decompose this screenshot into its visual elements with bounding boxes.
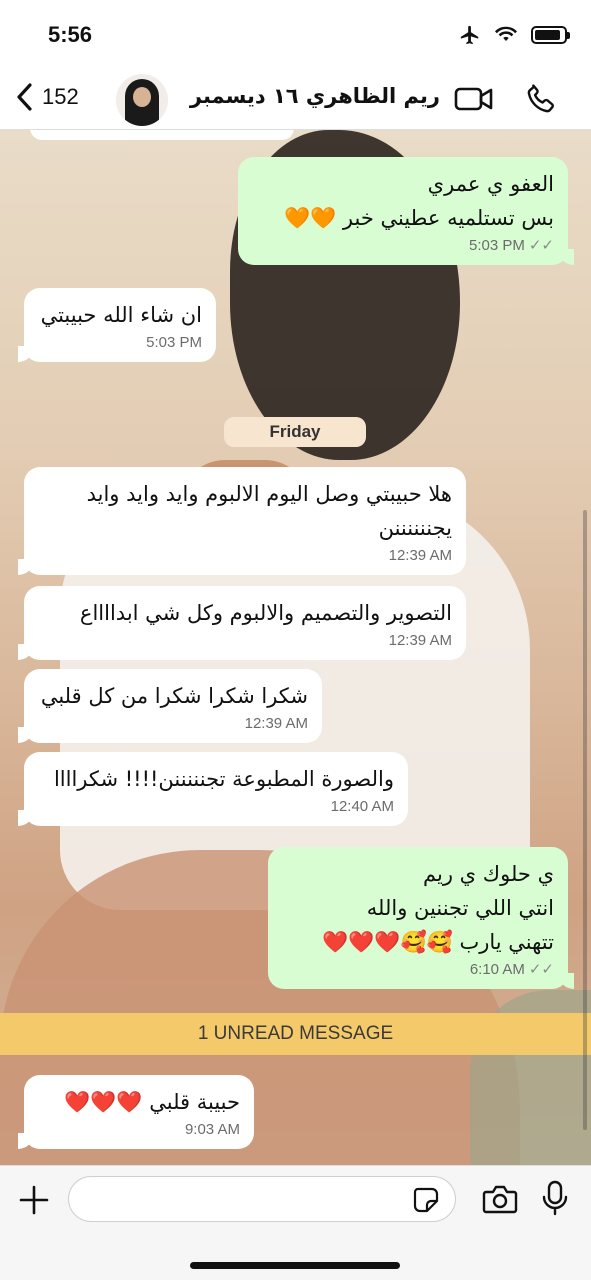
contact-avatar[interactable]: [116, 74, 168, 126]
message-bubble-incoming[interactable]: والصورة المطبوعة تجنننننن!!!! شكراااا 12…: [18, 752, 408, 826]
back-button[interactable]: 152: [14, 82, 79, 112]
message-time: 12:39 AM: [388, 632, 452, 649]
home-indicator: [190, 1262, 400, 1269]
read-receipt-icon: ✓✓: [528, 961, 554, 978]
message-text: العفو ي عمري: [427, 172, 554, 196]
message-input[interactable]: [68, 1176, 456, 1222]
camera-icon: [482, 1185, 518, 1214]
message-text: والصورة المطبوعة تجنننننن!!!! شكراااا: [53, 767, 394, 791]
attach-button[interactable]: [18, 1184, 50, 1220]
status-time: 5:56: [48, 22, 93, 47]
contact-name[interactable]: ريم الظاهري ١٦ ديسمبر اب...: [182, 84, 440, 108]
chevron-left-icon: [17, 83, 32, 111]
message-list[interactable]: العفو ي عمري بس تستلميه عطيني خبر 🧡🧡 5:0…: [0, 116, 591, 1165]
unread-chats-count: 152: [42, 84, 79, 109]
message-time: 12:40 AM: [330, 798, 394, 815]
airplane-icon: [460, 25, 479, 45]
battery-icon: [531, 26, 570, 44]
chat-scrollbar[interactable]: [583, 510, 587, 1130]
message-text: تتهني يارب 🥰🥰❤️❤️❤️: [322, 930, 554, 954]
camera-button[interactable]: [482, 1184, 518, 1218]
message-time: 12:39 AM: [388, 547, 452, 564]
message-text: ان شاء الله حبيبتي: [40, 303, 202, 327]
unread-messages-banner: 1 UNREAD MESSAGE: [0, 1013, 591, 1055]
message-text: هلا حبيبتي وصل اليوم الالبوم وايد وايد و…: [86, 482, 452, 506]
message-bubble-incoming[interactable]: حبيبة قلبي ❤️❤️❤️ 9:03 AM: [18, 1075, 254, 1149]
battery-level-fill: [535, 30, 561, 40]
message-text: يجننننننن: [378, 516, 452, 540]
voice-note-button[interactable]: [541, 1180, 569, 1220]
video-call-button[interactable]: [454, 84, 494, 118]
message-bubble-incoming[interactable]: ان شاء الله حبيبتي 5:03 PM: [18, 288, 216, 362]
read-receipt-icon: ✓✓: [528, 237, 554, 254]
voice-call-button[interactable]: [524, 82, 558, 120]
sticker-icon: [413, 1187, 439, 1213]
message-text: التصوير والتصميم والالبوم وكل شي ابداااا…: [79, 601, 452, 625]
message-meta: 6:10 AM ✓✓: [282, 959, 554, 981]
wifi-icon: [495, 26, 517, 41]
message-time: 5:03 PM: [146, 334, 202, 351]
chat-header: 152 ريم الظاهري ١٦ ديسمبر اب...: [0, 70, 591, 130]
message-meta: 5:03 PM ✓✓: [252, 235, 554, 257]
sticker-button[interactable]: [412, 1186, 440, 1218]
message-time: 9:03 AM: [184, 1121, 240, 1138]
message-text: بس تستلميه عطيني خبر 🧡🧡: [283, 206, 554, 230]
message-time: 5:03 PM: [468, 237, 525, 254]
message-bubble-outgoing[interactable]: العفو ي عمري بس تستلميه عطيني خبر 🧡🧡 5:0…: [238, 157, 574, 265]
message-bubble-outgoing[interactable]: ي حلوك ي ريم انتي اللي تجننين والله تتهن…: [268, 847, 574, 989]
avatar-face-shape: [133, 87, 151, 107]
message-text: انتي اللي تجننين والله: [366, 896, 554, 920]
message-bubble-incoming[interactable]: التصوير والتصميم والالبوم وكل شي ابداااا…: [18, 586, 466, 660]
message-text: ي حلوك ي ريم: [423, 862, 554, 886]
video-camera-icon: [454, 87, 493, 111]
message-text: حبيبة قلبي ❤️❤️❤️: [64, 1090, 240, 1114]
composer-bar: [0, 1165, 591, 1280]
phone-icon: [527, 84, 554, 113]
message-bubble-incoming[interactable]: شكرا شكرا شكرا من كل قلبي 12:39 AM: [18, 669, 322, 743]
message-time: 6:10 AM: [469, 961, 525, 978]
message-time: 12:39 AM: [244, 715, 308, 732]
status-icons: [459, 24, 570, 46]
date-separator: Friday: [224, 417, 366, 447]
microphone-icon: [542, 1180, 568, 1216]
status-bar: 5:56: [0, 0, 591, 70]
message-bubble-incoming[interactable]: هلا حبيبتي وصل اليوم الالبوم وايد وايد و…: [18, 467, 466, 575]
message-text: شكرا شكرا شكرا من كل قلبي: [40, 684, 308, 708]
plus-icon: [19, 1185, 49, 1215]
